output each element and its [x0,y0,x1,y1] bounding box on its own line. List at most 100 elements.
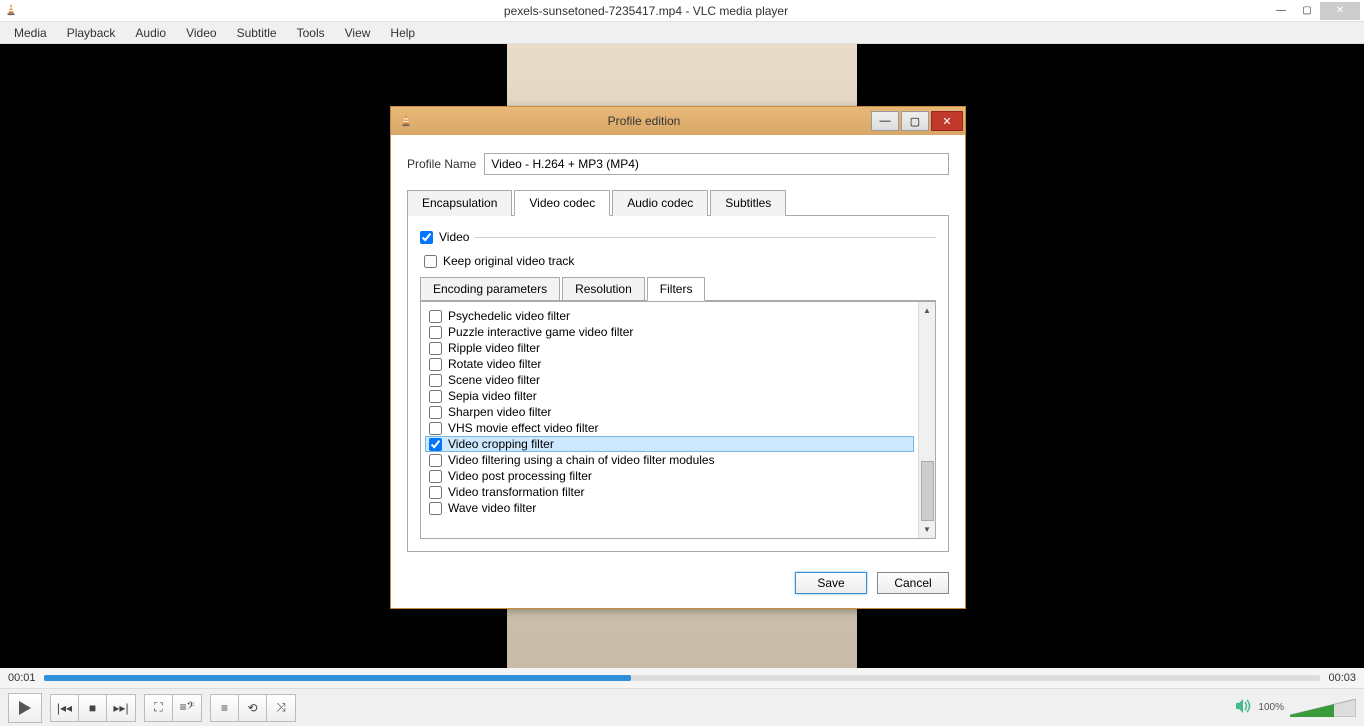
filter-checkbox[interactable] [429,454,442,467]
subtab-resolution[interactable]: Resolution [562,277,645,301]
volume-slider[interactable] [1290,699,1356,717]
filter-item[interactable]: Ripple video filter [425,340,914,356]
tab-subtitles[interactable]: Subtitles [710,190,786,216]
subtab-filters[interactable]: Filters [647,277,706,301]
playlist-button[interactable]: ≡ [211,695,239,721]
sub-tabs: Encoding parameters Resolution Filters [420,276,936,300]
stop-button[interactable]: ■ [79,695,107,721]
volume-percent: 100% [1258,702,1284,713]
menu-subtitle[interactable]: Subtitle [227,24,287,42]
filter-checkbox[interactable] [429,310,442,323]
profile-name-input[interactable] [484,153,949,175]
filter-label: Video filtering using a chain of video f… [448,453,715,467]
filter-item[interactable]: Wave video filter [425,500,914,516]
keep-track-checkbox[interactable] [424,255,437,268]
volume-area: 100% [1236,699,1356,717]
scroll-thumb[interactable] [921,461,934,521]
main-menubar: Media Playback Audio Video Subtitle Tool… [0,22,1364,44]
filter-label: Video post processing filter [448,469,592,483]
filter-checkbox[interactable] [429,470,442,483]
filter-item[interactable]: Scene video filter [425,372,914,388]
tab-video-codec[interactable]: Video codec [514,190,610,216]
filter-item[interactable]: Video cropping filter [425,436,914,452]
dialog-titlebar[interactable]: Profile edition — ▢ ✕ [391,107,965,135]
menu-help[interactable]: Help [380,24,425,42]
filter-label: Wave video filter [448,501,536,515]
profile-edition-dialog: Profile edition — ▢ ✕ Profile Name Encap… [390,106,966,609]
menu-audio[interactable]: Audio [125,24,176,42]
tab-audio-codec[interactable]: Audio codec [612,190,708,216]
seek-row: 00:01 00:03 [0,668,1364,688]
filter-checkbox[interactable] [429,486,442,499]
filter-checkbox[interactable] [429,358,442,371]
filter-item[interactable]: Video post processing filter [425,468,914,484]
dialog-close-button[interactable]: ✕ [931,111,963,131]
filter-label: Rotate video filter [448,357,541,371]
main-tabs: Encapsulation Video codec Audio codec Su… [407,189,949,216]
video-group-header: Video [420,226,936,248]
video-checkbox-label: Video [439,230,469,244]
dialog-footer: Save Cancel [407,572,949,594]
time-elapsed[interactable]: 00:01 [8,672,36,684]
filter-checkbox[interactable] [429,406,442,419]
scroll-down-icon[interactable]: ▼ [921,523,934,536]
dialog-minimize-button[interactable]: — [871,111,899,131]
next-button[interactable]: ▸▸| [107,695,135,721]
tab-encapsulation[interactable]: Encapsulation [407,190,512,216]
main-window-title: pexels-sunsetoned-7235417.mp4 - VLC medi… [24,4,1268,18]
time-total[interactable]: 00:03 [1328,672,1356,684]
filter-label: Puzzle interactive game video filter [448,325,633,339]
filter-item[interactable]: Puzzle interactive game video filter [425,324,914,340]
filter-item[interactable]: Sepia video filter [425,388,914,404]
vlc-cone-icon [4,2,18,19]
filter-checkbox[interactable] [429,390,442,403]
play-button[interactable] [8,693,42,723]
filter-list: Psychedelic video filter Puzzle interacti… [421,302,918,538]
filter-checkbox[interactable] [429,438,442,451]
loop-button[interactable]: ⟲ [239,695,267,721]
filter-label: Video transformation filter [448,485,585,499]
maximize-button[interactable]: ▢ [1294,2,1320,20]
speaker-icon[interactable] [1236,699,1252,716]
menu-playback[interactable]: Playback [57,24,126,42]
close-button[interactable]: ✕ [1320,2,1360,20]
seek-bar[interactable] [44,675,1321,681]
cancel-button[interactable]: Cancel [877,572,949,594]
profile-name-label: Profile Name [407,157,476,171]
keep-track-label: Keep original video track [443,254,574,268]
filter-item[interactable]: Video transformation filter [425,484,914,500]
main-titlebar: pexels-sunsetoned-7235417.mp4 - VLC medi… [0,0,1364,22]
filter-item[interactable]: Video filtering using a chain of video f… [425,452,914,468]
filter-item[interactable]: Rotate video filter [425,356,914,372]
save-button[interactable]: Save [795,572,867,594]
video-checkbox[interactable] [420,231,433,244]
filter-checkbox[interactable] [429,502,442,515]
menu-tools[interactable]: Tools [287,24,335,42]
filter-checkbox[interactable] [429,422,442,435]
vlc-cone-icon [399,113,413,130]
view-group: ⛶ ≡𝄢 [144,694,202,722]
minimize-button[interactable]: — [1268,2,1294,20]
dialog-maximize-button[interactable]: ▢ [901,111,929,131]
menu-video[interactable]: Video [176,24,226,42]
filter-checkbox[interactable] [429,374,442,387]
filter-item[interactable]: VHS movie effect video filter [425,420,914,436]
subtab-encoding[interactable]: Encoding parameters [420,277,560,301]
ext-settings-button[interactable]: ≡𝄢 [173,695,201,721]
shuffle-button[interactable]: ⤨ [267,695,295,721]
fullscreen-button[interactable]: ⛶ [145,695,173,721]
filter-checkbox[interactable] [429,326,442,339]
scroll-up-icon[interactable]: ▲ [921,304,934,317]
menu-media[interactable]: Media [4,24,57,42]
filter-item[interactable]: Sharpen video filter [425,404,914,420]
playlist-group: ≡ ⟲ ⤨ [210,694,296,722]
filter-label: Psychedelic video filter [448,309,570,323]
dialog-body: Profile Name Encapsulation Video codec A… [391,135,965,608]
filter-label: VHS movie effect video filter [448,421,599,435]
filter-scrollbar[interactable]: ▲ ▼ [918,302,935,538]
filter-item[interactable]: Psychedelic video filter [425,308,914,324]
filter-label: Video cropping filter [448,437,554,451]
menu-view[interactable]: View [335,24,381,42]
prev-button[interactable]: |◂◂ [51,695,79,721]
filter-checkbox[interactable] [429,342,442,355]
